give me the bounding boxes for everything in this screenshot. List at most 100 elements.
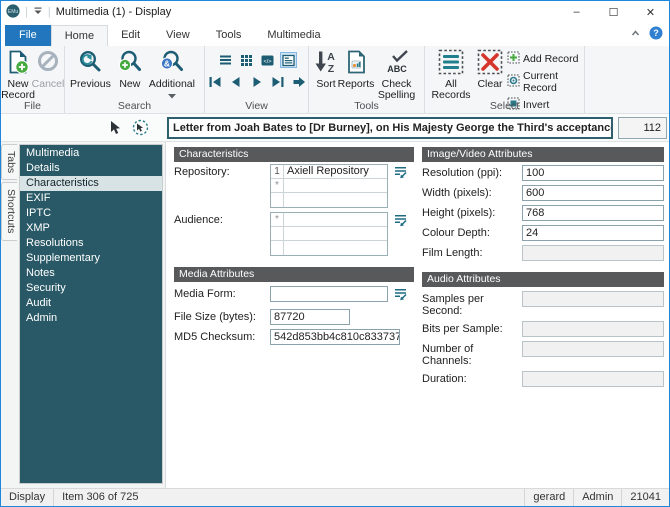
md5-checksum-field[interactable]: 542d853bb4c810c8337376b42e2: [270, 329, 400, 345]
file-size-field[interactable]: 87720: [270, 309, 350, 325]
lookup-list-icon[interactable]: [393, 287, 408, 305]
sort-button[interactable]: AZ Sort: [311, 47, 341, 90]
sidebar-item-supplementary[interactable]: Supplementary: [20, 251, 162, 266]
current-record-button[interactable]: Current Record: [507, 70, 582, 94]
row-number: *: [271, 179, 284, 192]
previous-search-icon: [77, 49, 103, 78]
height-field[interactable]: 768: [522, 205, 664, 221]
help-icon[interactable]: ?: [649, 26, 663, 43]
resolution-field[interactable]: 100: [522, 165, 664, 181]
select-region-icon[interactable]: [132, 119, 149, 139]
group-label-file: File: [24, 100, 41, 112]
ribbon-group-search: Previous New & Additional Search: [65, 46, 205, 113]
repository-new-value[interactable]: [284, 179, 387, 192]
group-label-view: View: [245, 100, 268, 112]
new-search-button[interactable]: New: [114, 47, 146, 90]
film-length-field: [522, 245, 664, 261]
details-view-button[interactable]: [279, 52, 297, 68]
sidebar-item-notes[interactable]: Notes: [20, 266, 162, 281]
sort-icon: AZ: [313, 49, 339, 78]
goto-record-button[interactable]: [290, 74, 307, 90]
additional-search-button[interactable]: & Additional: [146, 47, 198, 102]
repository-grid[interactable]: 1 Axiell Repository *: [270, 164, 388, 208]
media-form-field[interactable]: [270, 286, 388, 302]
svg-text:&: &: [164, 59, 170, 69]
group-label-search: Search: [117, 100, 152, 112]
menu-bar: File Home Edit View Tools Multimedia ?: [1, 23, 669, 46]
form-column-right: Image/Video Attributes Resolution (ppi):…: [422, 147, 664, 387]
code-view-button[interactable]: </>: [259, 52, 276, 68]
sidebar-item-characteristics[interactable]: Characteristics: [20, 176, 162, 191]
record-form: Characteristics Repository: 1 Axiell Rep…: [165, 142, 669, 488]
side-tab-shortcuts[interactable]: Shortcuts: [1, 182, 17, 241]
reports-button[interactable]: Reports: [338, 47, 374, 90]
row-number: [271, 193, 284, 207]
record-number-field[interactable]: 112: [618, 117, 667, 139]
quick-access-dropdown-icon[interactable]: [33, 6, 43, 19]
svg-text:Z: Z: [328, 63, 335, 75]
next-record-button[interactable]: [248, 74, 265, 90]
sidebar-item-multimedia[interactable]: Multimedia: [20, 146, 162, 161]
list-view-button[interactable]: [217, 52, 234, 68]
record-header-row: Letter from Joah Bates to [Dr Burney], o…: [1, 114, 669, 142]
form-column-left: Characteristics Repository: 1 Axiell Rep…: [174, 147, 414, 345]
pointer-icon[interactable]: [109, 120, 122, 138]
tab-multimedia[interactable]: Multimedia: [254, 25, 333, 46]
table-row[interactable]: [271, 193, 387, 207]
side-tab-tabs[interactable]: Tabs: [1, 144, 17, 181]
minimize-button[interactable]: –: [558, 1, 595, 23]
sidebar-item-xmp[interactable]: XMP: [20, 221, 162, 236]
all-records-icon: [438, 49, 464, 78]
previous-search-button[interactable]: Previous: [67, 47, 114, 90]
table-row[interactable]: *: [271, 179, 387, 193]
tab-edit[interactable]: Edit: [108, 25, 153, 46]
tab-file[interactable]: File: [5, 25, 51, 46]
add-record-button[interactable]: Add Record: [507, 51, 582, 67]
new-record-button[interactable]: New Record: [1, 47, 35, 101]
check-spelling-button[interactable]: ABC Check Spelling: [371, 47, 422, 101]
repository-value[interactable]: Axiell Repository: [284, 165, 387, 178]
width-field[interactable]: 600: [522, 185, 664, 201]
audience-new-value[interactable]: [284, 213, 387, 226]
sidebar-item-security[interactable]: Security: [20, 281, 162, 296]
table-row[interactable]: [271, 241, 387, 255]
collapse-ribbon-icon[interactable]: [630, 28, 641, 41]
tab-tools[interactable]: Tools: [203, 25, 255, 46]
table-row[interactable]: *: [271, 213, 387, 227]
sidebar-item-iptc[interactable]: IPTC: [20, 206, 162, 221]
status-user: gerard: [524, 489, 573, 506]
clear-button[interactable]: Clear: [475, 47, 505, 90]
lookup-list-icon[interactable]: [393, 213, 408, 256]
record-title: Letter from Joah Bates to [Dr Burney], o…: [167, 117, 613, 139]
last-record-button[interactable]: [269, 74, 286, 90]
repository-label: Repository:: [174, 166, 230, 178]
section-header-image-video-attributes: Image/Video Attributes: [422, 147, 664, 162]
app-window: EMu | | Multimedia (1) - Display – ☐ ✕ F…: [0, 0, 670, 507]
sidebar-item-audit[interactable]: Audit: [20, 296, 162, 311]
samples-per-second-field: [522, 291, 664, 307]
colour-depth-field[interactable]: 24: [522, 225, 664, 241]
new-search-icon: [117, 49, 143, 78]
tab-view[interactable]: View: [153, 25, 203, 46]
sidebar-item-exif[interactable]: EXIF: [20, 191, 162, 206]
close-button[interactable]: ✕: [632, 1, 669, 23]
maximize-button[interactable]: ☐: [595, 1, 632, 23]
audience-grid[interactable]: *: [270, 212, 388, 256]
sort-label: Sort: [316, 78, 336, 90]
sidebar-item-details[interactable]: Details: [20, 161, 162, 176]
table-row[interactable]: [271, 227, 387, 241]
previous-record-button[interactable]: [227, 74, 244, 90]
tab-home[interactable]: Home: [50, 25, 109, 46]
lookup-list-icon[interactable]: [393, 165, 408, 208]
sidebar-item-admin[interactable]: Admin: [20, 311, 162, 326]
sidebar-item-resolutions[interactable]: Resolutions: [20, 236, 162, 251]
status-role: Admin: [573, 489, 621, 506]
cancel-button[interactable]: Cancel: [32, 47, 64, 90]
all-records-button[interactable]: All Records: [427, 47, 475, 101]
grid-view-button[interactable]: [238, 52, 255, 68]
first-record-button[interactable]: [206, 74, 223, 90]
table-row[interactable]: 1 Axiell Repository: [271, 165, 387, 179]
add-record-label: Add Record: [523, 53, 579, 65]
section-header-audio-attributes: Audio Attributes: [422, 272, 664, 287]
additional-search-icon: &: [159, 49, 185, 78]
